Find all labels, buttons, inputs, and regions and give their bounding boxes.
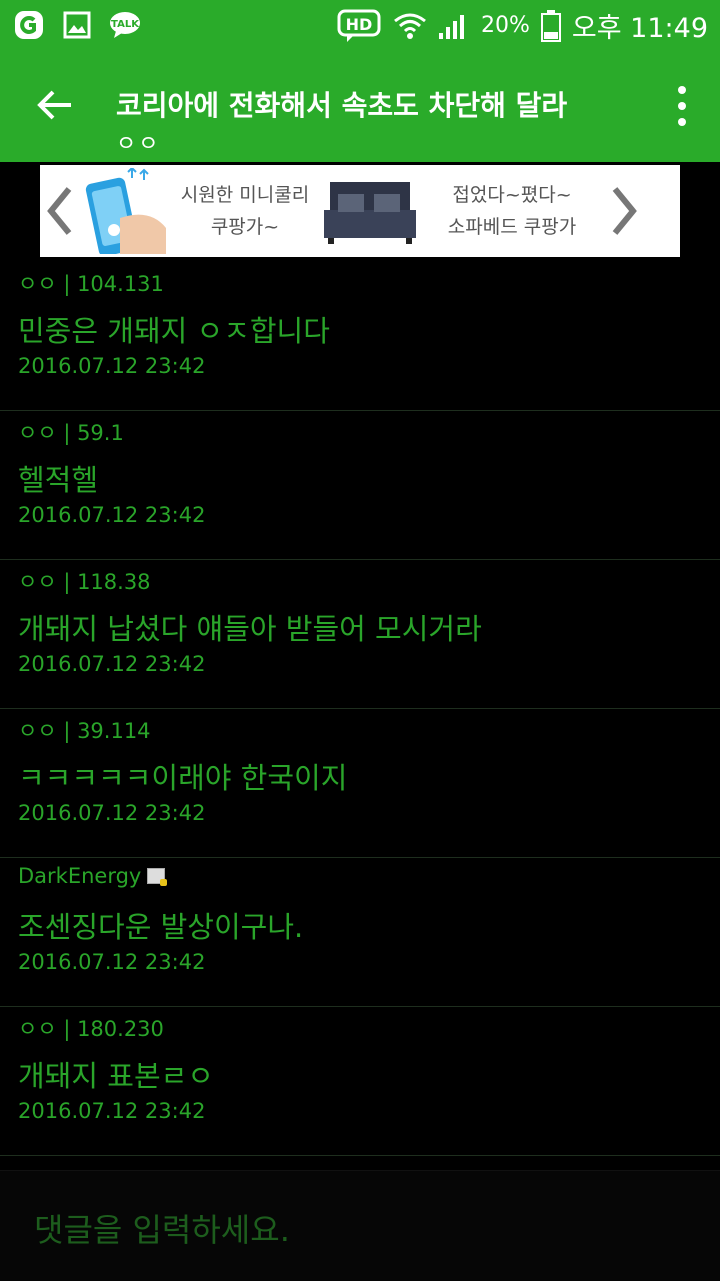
- battery-percent: 20%: [481, 13, 530, 38]
- comment-author: ㅇㅇ | 39.114: [18, 719, 151, 743]
- phone-product-image: [80, 166, 170, 257]
- comment-body: 개돼지 납셨다 얘들아 받들어 모시거라: [18, 612, 482, 646]
- back-arrow-icon: [37, 90, 71, 120]
- comment-item[interactable]: ㅇㅇ | 104.131 민중은 개돼지 ㅇㅈ합니다 2016.07.12 23…: [0, 262, 720, 411]
- ad-next-button[interactable]: [604, 165, 644, 257]
- comment-author: ㅇㅇ | 118.38: [18, 570, 151, 594]
- comment-list: ㅇㅇ | 104.131 민중은 개돼지 ㅇㅈ합니다 2016.07.12 23…: [0, 262, 720, 1156]
- comment-input[interactable]: [32, 1207, 696, 1253]
- comment-body: 개돼지 표본ㄹㅇ: [18, 1059, 214, 1093]
- comment-date: 2016.07.12 23:42: [18, 950, 206, 974]
- comment-body: ㅋㅋㅋㅋㅋ이래야 한국이지: [18, 761, 348, 795]
- comment-body: 헬적헬: [18, 463, 99, 497]
- ad-text-2: 접었다~폈다~ 소파베드 쿠팡가: [420, 179, 604, 243]
- gallery-icon: [60, 8, 94, 42]
- battery-icon: [540, 9, 562, 43]
- sofa-product-image: [320, 176, 420, 246]
- comment-date: 2016.07.12 23:42: [18, 503, 206, 527]
- ad-prev-button[interactable]: [40, 165, 80, 257]
- chevron-right-icon: [612, 187, 637, 235]
- ad-text-line: 시원한 미니쿨리: [180, 184, 310, 206]
- signal-icon: [437, 9, 471, 43]
- comment-author-row: DarkEnergy: [18, 864, 168, 888]
- comment-author: ㅇㅇ | 104.131: [18, 272, 164, 296]
- page-title: 코리아에 전화해서 속초도 차단해 달라: [116, 89, 568, 122]
- comment-author: ㅇㅇ | 59.1: [18, 421, 124, 445]
- chevron-left-icon: [47, 187, 72, 235]
- ad-text-line: 쿠팡가~: [210, 216, 280, 238]
- clock: 오후 11:49: [571, 13, 708, 44]
- comment-author: DarkEnergy: [18, 864, 142, 888]
- comment-body: 민중은 개돼지 ㅇㅈ합니다: [18, 314, 330, 348]
- comment-date: 2016.07.12 23:42: [18, 354, 206, 378]
- comment-author: ㅇㅇ | 180.230: [18, 1017, 164, 1041]
- ad-text-line: 접었다~폈다~: [452, 184, 572, 206]
- overflow-menu-button[interactable]: [670, 86, 694, 126]
- comment-date: 2016.07.12 23:42: [18, 1099, 206, 1123]
- ad-text-line: 소파베드 쿠팡가: [447, 216, 577, 238]
- wifi-icon: [393, 9, 427, 43]
- comment-item[interactable]: ㅇㅇ | 39.114 ㅋㅋㅋㅋㅋ이래야 한국이지 2016.07.12 23:…: [0, 709, 720, 858]
- kakao-chat-icon: [12, 8, 46, 42]
- svg-text:TALK: TALK: [111, 19, 140, 30]
- talk-icon: TALK: [108, 8, 142, 42]
- page-subtitle: ㅇㅇ: [116, 132, 161, 157]
- svg-text:HD: HD: [346, 15, 373, 34]
- member-badge-icon: [147, 868, 168, 886]
- comment-date: 2016.07.12 23:42: [18, 801, 206, 825]
- comment-body: 조센징다운 발상이구나.: [18, 910, 304, 944]
- ad-text-1: 시원한 미니쿨리 쿠팡가~: [170, 179, 320, 243]
- hd-voice-icon: HD: [337, 9, 383, 43]
- comment-item[interactable]: DarkEnergy 조센징다운 발상이구나. 2016.07.12 23:42: [0, 858, 720, 1007]
- comment-date: 2016.07.12 23:42: [18, 652, 206, 676]
- comment-input-bar: [0, 1170, 720, 1281]
- comment-item[interactable]: ㅇㅇ | 118.38 개돼지 납셨다 얘들아 받들어 모시거라 2016.07…: [0, 560, 720, 709]
- comment-item[interactable]: ㅇㅇ | 59.1 헬적헬 2016.07.12 23:42: [0, 411, 720, 560]
- status-bar: TALK HD 20% 오후 11:49: [0, 0, 720, 50]
- back-button[interactable]: [30, 80, 80, 130]
- dot-icon: [678, 86, 686, 94]
- app-bar: 코리아에 전화해서 속초도 차단해 달라 ㅇㅇ: [0, 50, 720, 162]
- comment-item[interactable]: ㅇㅇ | 180.230 개돼지 표본ㄹㅇ 2016.07.12 23:42: [0, 1007, 720, 1156]
- dot-icon: [678, 118, 686, 126]
- dot-icon: [678, 102, 686, 110]
- ad-banner[interactable]: 시원한 미니쿨리 쿠팡가~ 접었다~폈다~ 소파베드 쿠팡가: [40, 165, 680, 257]
